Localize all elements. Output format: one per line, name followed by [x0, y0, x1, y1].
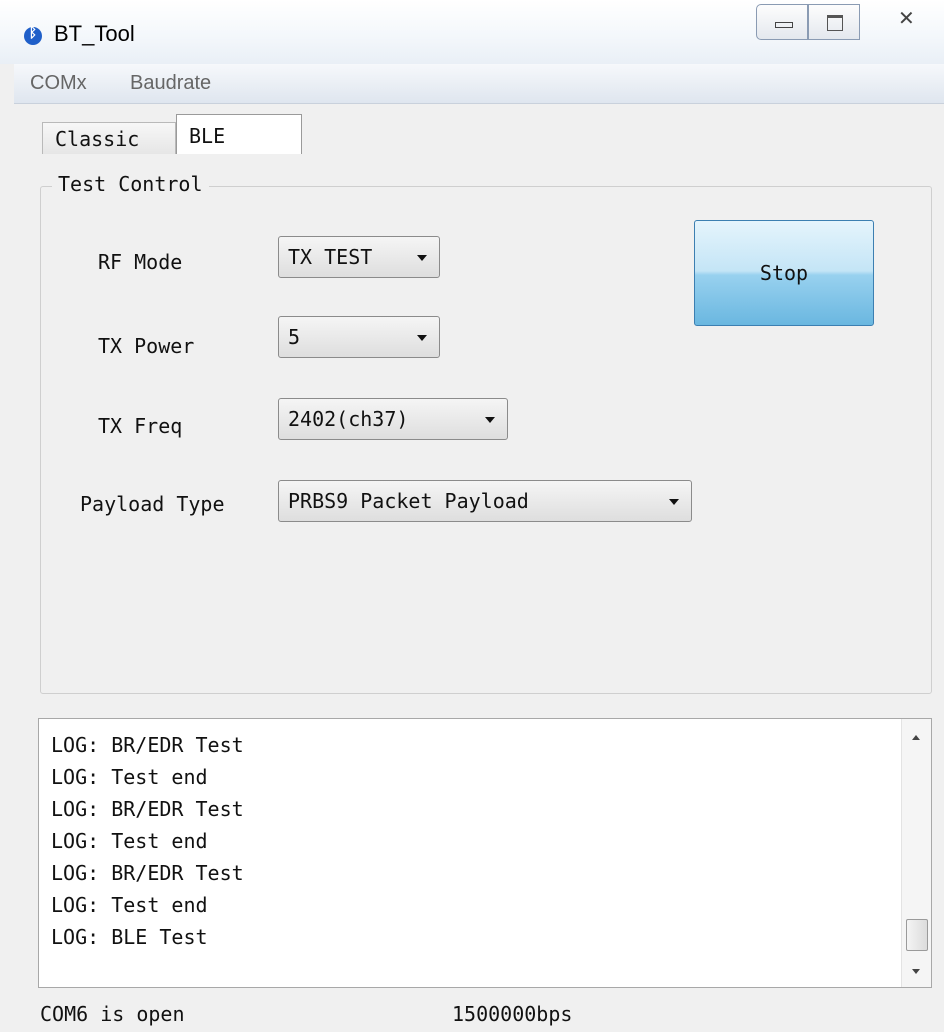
- tab-classic[interactable]: Classic: [42, 122, 176, 154]
- stop-button[interactable]: Stop: [694, 220, 874, 326]
- log-textarea[interactable]: LOG: BR/EDR Test LOG: Test end LOG: BR/E…: [38, 718, 932, 988]
- tx-power-label: TX Power: [98, 334, 195, 358]
- log-line: LOG: BLE Test: [51, 925, 208, 949]
- menu-bar: COMx Baudrate: [14, 64, 944, 104]
- chevron-down-icon: [669, 499, 679, 505]
- test-control-title: Test Control: [52, 172, 209, 196]
- tx-freq-value: 2402(ch37): [288, 407, 409, 431]
- window-title: BT_Tool: [54, 21, 135, 46]
- scroll-thumb[interactable]: [906, 919, 928, 951]
- log-line: LOG: BR/EDR Test: [51, 797, 244, 821]
- log-line: LOG: Test end: [51, 765, 208, 789]
- scroll-down-icon[interactable]: [902, 957, 931, 987]
- chevron-down-icon: [485, 417, 495, 423]
- tx-freq-select[interactable]: 2402(ch37): [278, 398, 508, 440]
- title-bar[interactable]: BT_Tool: [0, 0, 944, 64]
- log-line: LOG: Test end: [51, 893, 208, 917]
- rf-mode-label: RF Mode: [98, 250, 183, 274]
- close-button[interactable]: [860, 4, 944, 40]
- port-status: COM6 is open: [40, 1002, 185, 1026]
- app-window: BT_Tool COMx Baudrate Classic BLE Test C…: [0, 0, 944, 1032]
- tx-power-value: 5: [288, 325, 301, 349]
- chevron-down-icon: [417, 255, 427, 261]
- log-line: LOG: Test end: [51, 829, 208, 853]
- minimize-button[interactable]: [756, 4, 808, 40]
- tx-freq-label: TX Freq: [98, 414, 183, 438]
- baudrate-status: 1500000bps: [452, 1002, 573, 1026]
- scroll-up-icon[interactable]: [902, 719, 931, 749]
- maximize-button[interactable]: [808, 4, 860, 40]
- log-scrollbar[interactable]: [901, 719, 931, 987]
- bluetooth-icon: [24, 25, 42, 45]
- payload-type-value: PRBS9 Packet Payload: [288, 489, 529, 513]
- chevron-down-icon: [417, 335, 427, 341]
- payload-type-select[interactable]: PRBS9 Packet Payload: [278, 480, 692, 522]
- rf-mode-value: TX TEST: [288, 245, 373, 269]
- menu-comx[interactable]: COMx: [30, 72, 87, 95]
- tx-power-select[interactable]: 5: [278, 316, 440, 358]
- tab-ble[interactable]: BLE: [176, 114, 302, 154]
- menu-baudrate[interactable]: Baudrate: [130, 72, 211, 95]
- payload-type-label: Payload Type: [80, 492, 225, 516]
- rf-mode-select[interactable]: TX TEST: [278, 236, 440, 278]
- log-line: LOG: BR/EDR Test: [51, 733, 244, 757]
- log-line: LOG: BR/EDR Test: [51, 861, 244, 885]
